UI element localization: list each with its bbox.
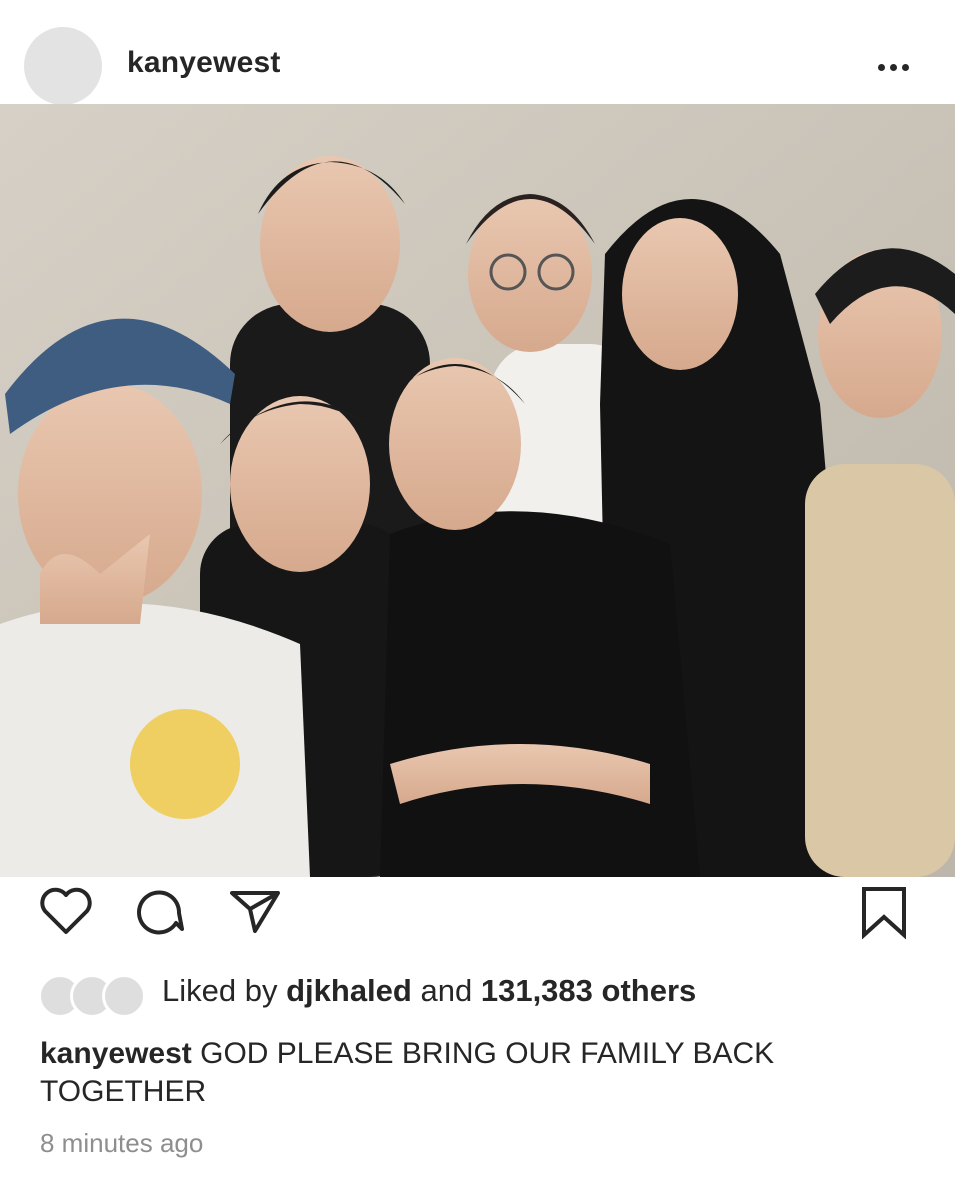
share-button[interactable]: [228, 885, 284, 937]
username-link[interactable]: kanyewest: [127, 46, 281, 80]
post-header: kanyewest: [0, 0, 955, 105]
bookmark-icon: [862, 887, 906, 940]
heart-icon: [40, 887, 92, 934]
likes-count[interactable]: 131,383 others: [481, 973, 696, 1008]
liker-username[interactable]: djkhaled: [286, 973, 412, 1008]
like-button[interactable]: [38, 885, 94, 937]
comment-button[interactable]: [132, 885, 188, 937]
paper-plane-icon: [230, 891, 280, 933]
likes-prefix: Liked by: [162, 973, 278, 1008]
liker-avatars: [38, 974, 150, 1018]
likes-and: and: [420, 973, 473, 1008]
likes-row: Liked by djkhaled and 131,383 others: [0, 960, 955, 1020]
instagram-post: kanyewest Liked by djkhaled and 131,383 …: [0, 0, 955, 1200]
caption-username[interactable]: kanyewest: [40, 1037, 192, 1070]
comment-icon: [137, 890, 184, 935]
post-caption: kanyewest GOD PLEASE BRING OUR FAMILY BA…: [40, 1035, 920, 1111]
save-button[interactable]: [858, 885, 910, 941]
post-timestamp: 8 minutes ago: [40, 1128, 204, 1158]
likes-summary[interactable]: Liked by djkhaled and 131,383 others: [162, 973, 696, 1009]
avatar[interactable]: [24, 27, 102, 105]
more-options-icon[interactable]: [878, 58, 920, 72]
post-photo[interactable]: [0, 104, 955, 877]
post-actions: [0, 877, 955, 957]
group-photo-illustration: [0, 104, 955, 877]
